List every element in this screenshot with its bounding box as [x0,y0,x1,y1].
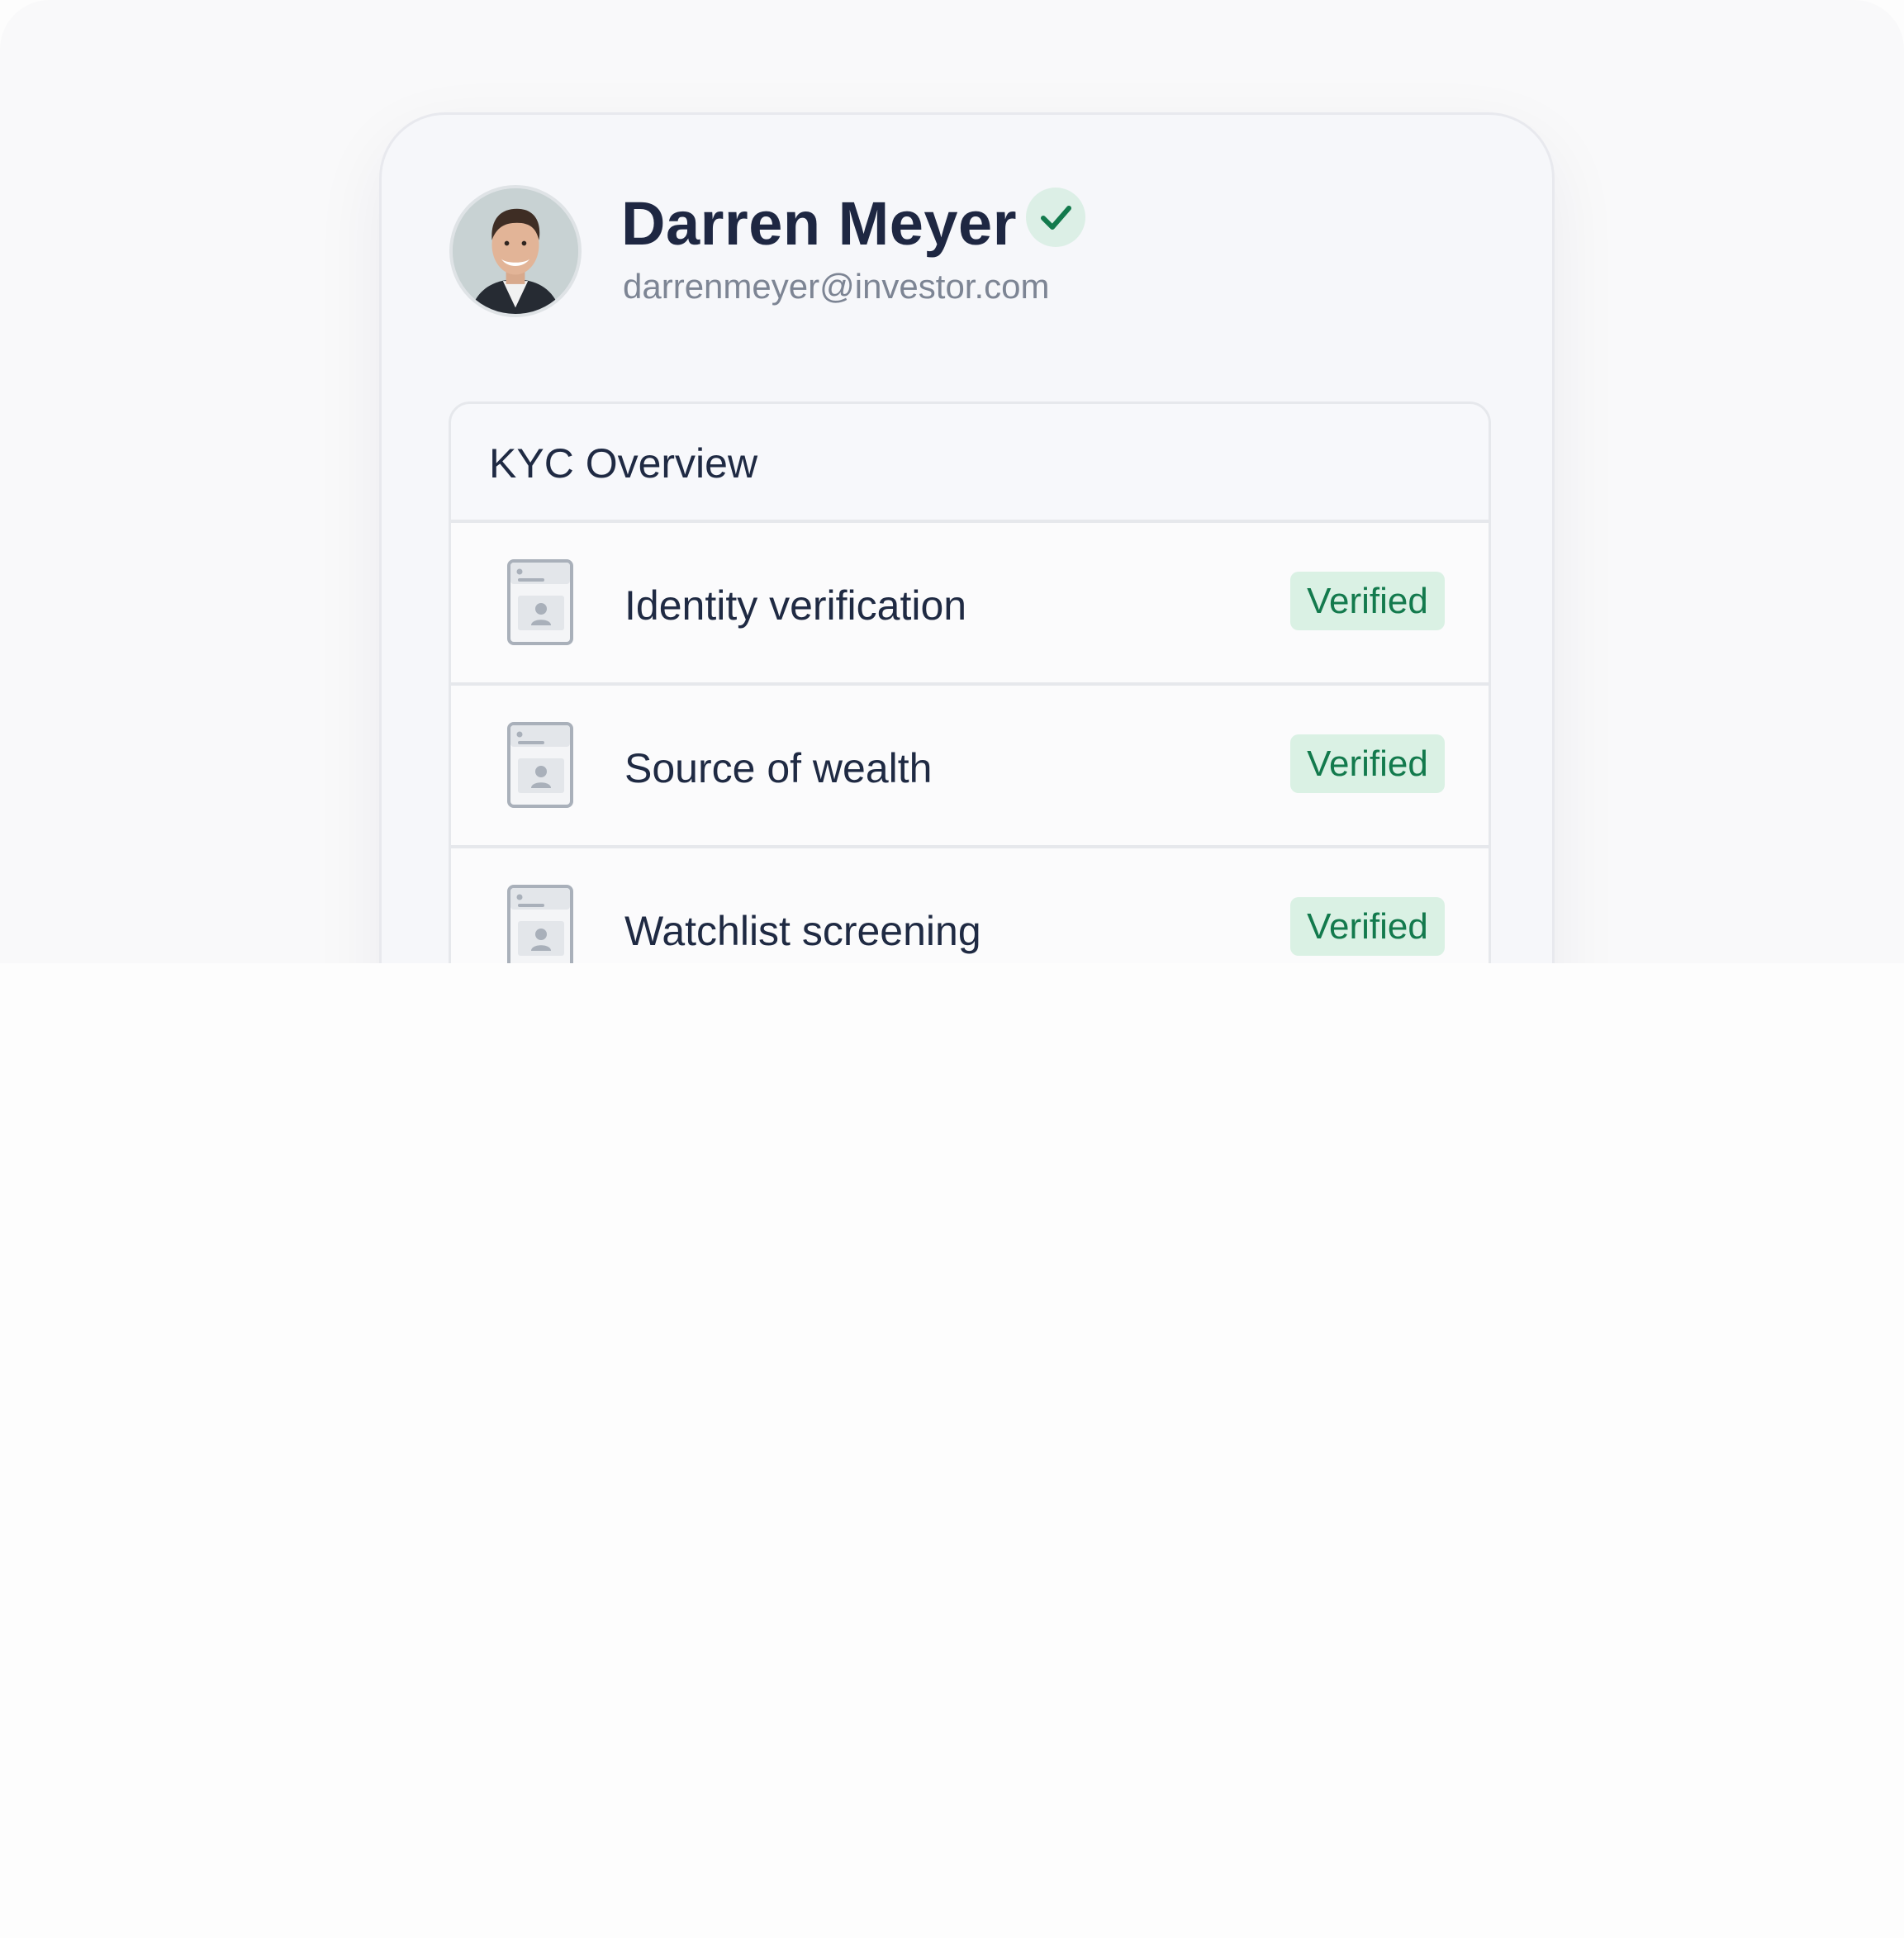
kyc-item-identity-verification[interactable]: Identity verification Verified [451,523,1489,686]
user-name: Darren Meyer [621,189,1018,258]
id-document-icon [507,885,573,963]
user-email: darrenmeyer@investor.com [623,267,1050,306]
kyc-item-label: Watchlist screening [624,908,981,954]
status-badge: Verified [1290,572,1445,630]
profile-card: Darren Meyer darrenmeyer@investor.com KY… [379,112,1555,963]
avatar [449,185,582,317]
kyc-overview-panel: KYC Overview Identity verification Verif… [449,401,1491,963]
id-document-icon [507,722,573,808]
status-badge: Verified [1290,897,1445,956]
avatar-photo [453,188,578,314]
viewport: Darren Meyer darrenmeyer@investor.com KY… [0,0,1904,963]
page: Darren Meyer darrenmeyer@investor.com KY… [0,0,1904,1938]
verified-check-icon [1026,188,1085,247]
kyc-item-label: Identity verification [624,582,967,629]
kyc-overview-title: KYC Overview [489,440,758,487]
status-badge: Verified [1290,734,1445,793]
kyc-item-label: Source of wealth [624,745,933,791]
id-document-icon [507,559,573,645]
kyc-item-watchlist-screening[interactable]: Watchlist screening Verified [451,848,1489,963]
kyc-overview-header: KYC Overview [451,404,1489,523]
kyc-item-source-of-wealth[interactable]: Source of wealth Verified [451,686,1489,848]
